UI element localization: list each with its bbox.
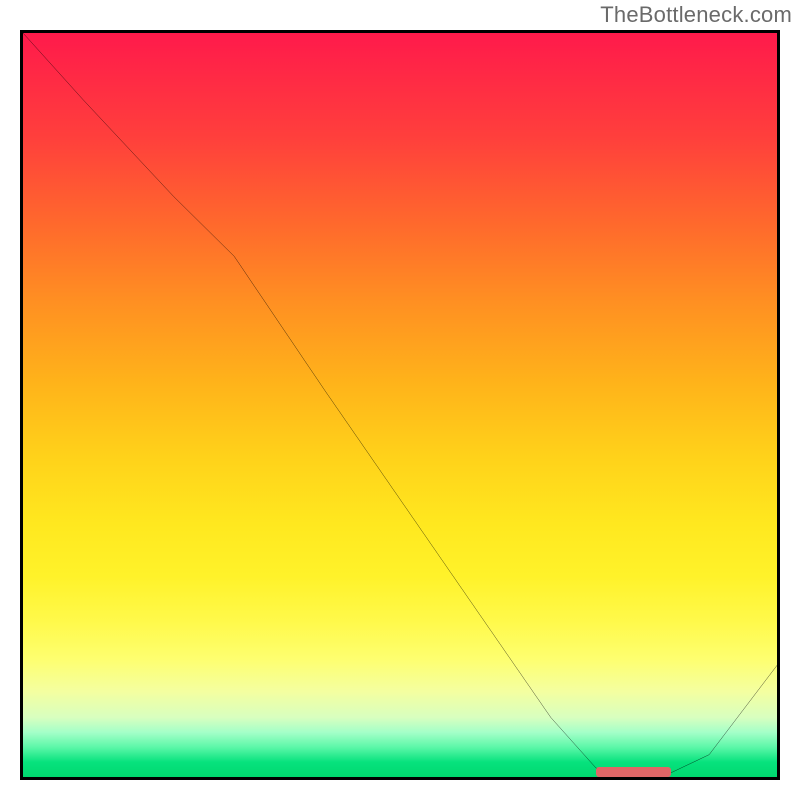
- curve-svg: [23, 33, 777, 777]
- bottleneck-curve-path: [23, 33, 777, 773]
- plot-area: [20, 30, 780, 780]
- watermark-text: TheBottleneck.com: [600, 2, 792, 28]
- optimal-range-marker: [596, 767, 671, 777]
- chart-root: TheBottleneck.com: [0, 0, 800, 800]
